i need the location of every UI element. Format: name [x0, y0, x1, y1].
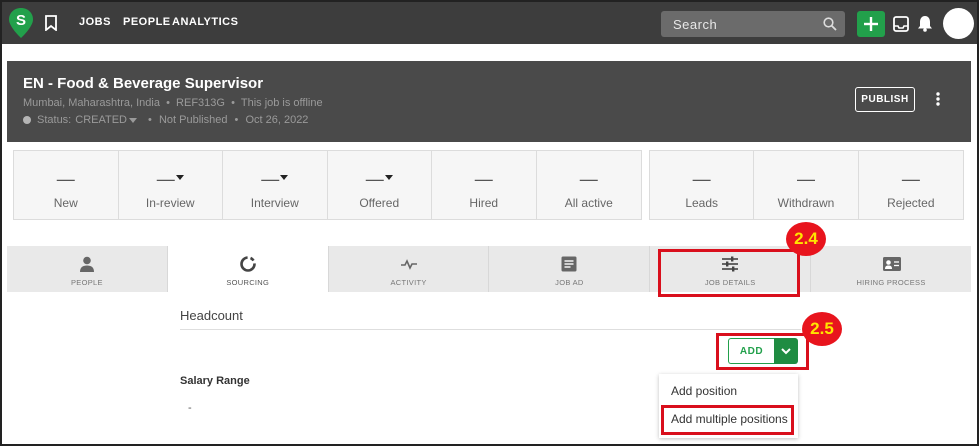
- job-title: EN - Food & Beverage Supervisor: [23, 75, 264, 92]
- stage-all-active[interactable]: — All active: [536, 151, 641, 219]
- nav-link-analytics[interactable]: ANALYTICS: [172, 16, 238, 28]
- annotation-badge-2-5: 2.5: [802, 312, 842, 346]
- tab-sourcing[interactable]: SOURCING: [167, 246, 329, 292]
- stage-interview[interactable]: — Interview: [223, 151, 328, 219]
- search-input[interactable]: [661, 11, 811, 37]
- publish-state: Not Published: [158, 114, 228, 126]
- salary-range-value: -: [188, 402, 192, 414]
- person-icon: [78, 255, 96, 273]
- stage-leads[interactable]: — Leads: [650, 151, 755, 219]
- status-label: Status:: [37, 114, 72, 126]
- svg-text:S: S: [16, 12, 26, 29]
- job-status-line: Status: CREATED • Not Published • Oct 26…: [23, 114, 308, 126]
- user-avatar[interactable]: [943, 8, 974, 39]
- stage-offered[interactable]: — Offered: [327, 151, 432, 219]
- bookmark-icon[interactable]: [44, 15, 58, 32]
- chevron-down-icon: [129, 118, 137, 123]
- search-box: [661, 11, 845, 37]
- status-dot-icon: [23, 116, 31, 124]
- job-meta-line: Mumbai, Maharashtra, India • REF313G • T…: [23, 97, 323, 109]
- job-ref: REF313G: [176, 97, 225, 109]
- app-logo-icon[interactable]: S: [8, 7, 34, 39]
- id-card-icon: [882, 255, 902, 273]
- job-tabs: PEOPLE SOURCING ACTIVITY JOB AD JOB DETA…: [7, 246, 971, 292]
- job-date: Oct 26, 2022: [245, 114, 309, 126]
- job-location: Mumbai, Maharashtra, India: [23, 97, 160, 109]
- add-position-split-button: ADD: [728, 338, 798, 364]
- notifications-bell-icon[interactable]: [917, 15, 933, 32]
- headcount-title: Headcount: [180, 308, 243, 323]
- tab-activity[interactable]: ACTIVITY: [328, 246, 490, 292]
- stage-hired[interactable]: — Hired: [432, 151, 537, 219]
- job-header-card: EN - Food & Beverage Supervisor Mumbai, …: [7, 61, 971, 142]
- secondary-stages: — Leads — Withdrawn — Rejected: [649, 150, 964, 220]
- create-new-button[interactable]: [857, 11, 885, 37]
- stage-withdrawn[interactable]: — Withdrawn: [754, 151, 859, 219]
- chevron-down-icon[interactable]: [384, 174, 393, 180]
- more-options-icon[interactable]: [933, 91, 943, 107]
- add-button[interactable]: ADD: [728, 338, 774, 364]
- tab-hiring-process[interactable]: HIRING PROCESS: [811, 246, 971, 292]
- menu-item-add-position[interactable]: Add position: [671, 384, 737, 398]
- annotation-badge-2-4: 2.4: [786, 222, 826, 256]
- add-dropdown-toggle[interactable]: [774, 338, 798, 364]
- pipeline-stages: — New — In-review — Interview — Offered …: [13, 150, 642, 220]
- publish-button[interactable]: PUBLISH: [855, 87, 915, 112]
- stage-in-review[interactable]: — In-review: [118, 151, 223, 219]
- nav-link-jobs[interactable]: JOBS: [79, 16, 111, 28]
- chevron-down-icon[interactable]: [280, 174, 289, 180]
- search-icon[interactable]: [823, 17, 837, 31]
- job-online-state: This job is offline: [240, 97, 323, 109]
- chevron-down-icon[interactable]: [175, 174, 184, 180]
- stage-new[interactable]: — New: [14, 151, 119, 219]
- tab-people[interactable]: PEOPLE: [7, 246, 168, 292]
- activity-pulse-icon: [400, 255, 418, 273]
- document-icon: [560, 255, 578, 273]
- salary-range-title: Salary Range: [180, 375, 250, 387]
- stage-rejected[interactable]: — Rejected: [858, 151, 963, 219]
- headcount-divider: [180, 329, 801, 330]
- add-dropdown-menu: Add position Add multiple positions: [659, 374, 798, 438]
- tab-job-details[interactable]: JOB DETAILS: [650, 246, 812, 292]
- inbox-icon[interactable]: [893, 16, 909, 32]
- plus-icon: [864, 17, 878, 31]
- menu-item-add-multiple-positions[interactable]: Add multiple positions: [671, 412, 788, 426]
- nav-link-people[interactable]: PEOPLE: [123, 16, 171, 28]
- sourcing-ring-icon: [239, 255, 257, 273]
- status-dropdown[interactable]: CREATED: [75, 114, 141, 126]
- chevron-down-icon: [781, 348, 791, 355]
- top-nav-bar: S JOBS PEOPLE ANALYTICS: [2, 2, 977, 44]
- sliders-icon: [721, 255, 739, 273]
- tab-job-ad[interactable]: JOB AD: [489, 246, 651, 292]
